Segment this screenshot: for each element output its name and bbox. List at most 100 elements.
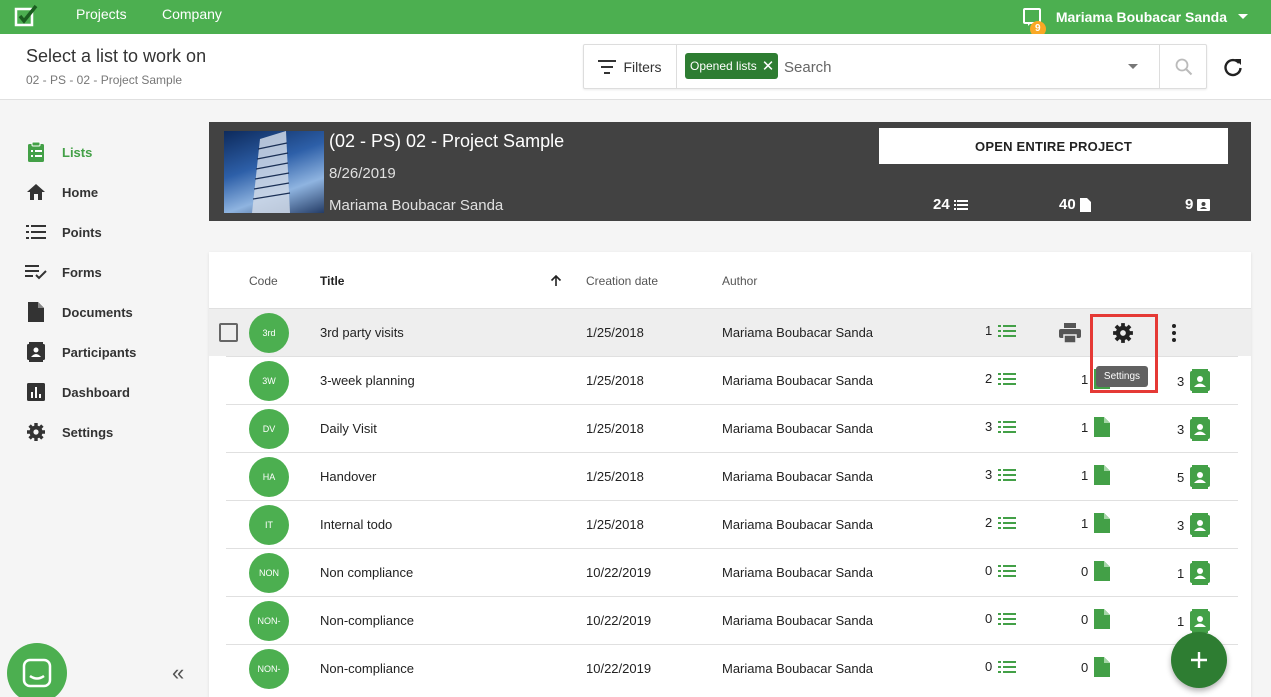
gear-icon — [24, 420, 48, 444]
filter-chip-opened-lists: Opened lists ✕ — [685, 53, 779, 79]
row-title: Non-compliance — [320, 661, 414, 676]
list-icon — [998, 420, 1017, 433]
chip-remove-icon[interactable]: ✕ — [762, 57, 775, 75]
lists-count: 24 — [933, 196, 950, 213]
column-header-creation-date[interactable]: Creation date — [586, 274, 658, 288]
documents-count: 0 — [1081, 611, 1089, 627]
table-row[interactable]: IT Internal todo 1/25/2018 Mariama Boubacar… — [226, 500, 1238, 548]
row-points-count: 0 — [985, 659, 1017, 674]
search-bar: Filters Opened lists ✕ — [583, 44, 1207, 89]
code-badge: NON- — [249, 601, 289, 641]
sidebar-item-settings[interactable]: Settings — [24, 420, 113, 444]
project-documents-count: 40 — [1059, 196, 1091, 213]
sidebar-item-label: Documents — [62, 304, 133, 320]
row-points-count: 3 — [985, 419, 1017, 434]
search-dropdown-icon[interactable] — [1128, 64, 1138, 69]
project-lists-count: 24 — [933, 196, 968, 213]
row-author: Mariama Boubacar Sanda — [722, 421, 874, 436]
table-row[interactable]: NON- Non-compliance 10/22/2019 Mariama Boub… — [226, 644, 1238, 692]
contact-card-icon — [1190, 369, 1211, 393]
participants-count: 3 — [1177, 373, 1185, 389]
row-points-count: 2 — [985, 515, 1017, 530]
column-header-code[interactable]: Code — [249, 274, 278, 288]
search-icon — [1175, 58, 1192, 75]
row-title: Non compliance — [320, 565, 414, 580]
row-documents-count: 0 — [1081, 561, 1111, 581]
filters-button[interactable]: Filters — [584, 45, 677, 88]
table-row[interactable]: NON Non compliance 10/22/2019 Mariama Bouba… — [226, 548, 1238, 596]
nav-company[interactable]: Company — [162, 0, 222, 34]
row-creation-date: 1/25/2018 — [586, 517, 644, 532]
sort-ascending-icon[interactable] — [550, 275, 562, 287]
nav-projects[interactable]: Projects — [76, 0, 127, 34]
code-badge: NON — [249, 553, 289, 593]
documents-count: 40 — [1059, 196, 1076, 213]
row-title: Internal todo — [320, 517, 393, 532]
contact-card-icon — [1190, 417, 1211, 441]
refresh-icon[interactable] — [1222, 56, 1244, 78]
participants-count: 3 — [1177, 517, 1185, 533]
list-icon — [998, 660, 1017, 673]
participants-count: 9 — [1185, 196, 1194, 213]
row-creation-date: 1/25/2018 — [586, 469, 644, 484]
notifications-button[interactable]: 9 — [1022, 7, 1046, 37]
sidebar-item-participants[interactable]: Participants — [24, 340, 136, 364]
points-count: 3 — [985, 467, 993, 482]
row-author: Mariama Boubacar Sanda — [722, 661, 874, 676]
sidebar-item-home[interactable]: Home — [24, 180, 98, 204]
row-checkbox[interactable] — [219, 323, 238, 342]
open-entire-project-button[interactable]: OPEN ENTIRE PROJECT — [879, 128, 1228, 164]
row-creation-date: 1/25/2018 — [586, 373, 644, 388]
documents-count: 1 — [1081, 515, 1089, 531]
sidebar-item-documents[interactable]: Documents — [24, 300, 133, 324]
row-points-count: 2 — [985, 371, 1017, 386]
row-participants-count: 3 — [1177, 369, 1211, 393]
points-count: 0 — [985, 563, 993, 578]
contact-card-icon — [24, 340, 48, 364]
user-name[interactable]: Mariama Boubacar Sanda — [1056, 9, 1227, 25]
documents-count: 0 — [1081, 659, 1089, 675]
participants-count: 1 — [1177, 613, 1185, 629]
points-count: 1 — [985, 323, 993, 338]
sidebar-item-label: Home — [62, 184, 99, 200]
table-row[interactable]: 3W 3-week planning 1/25/2018 Mariama Boubac… — [226, 356, 1238, 404]
user-menu[interactable]: 9 Mariama Boubacar Sanda — [1022, 0, 1249, 37]
search-button[interactable] — [1159, 45, 1207, 88]
sidebar-item-label: Settings — [62, 424, 114, 440]
clipboard-list-icon — [24, 140, 48, 164]
sidebar-item-lists[interactable]: Lists — [24, 140, 92, 164]
code-badge: NON- — [249, 649, 289, 689]
collapse-sidebar-icon[interactable]: « — [172, 660, 184, 686]
row-participants-count: 1 — [1177, 609, 1211, 633]
more-vert-icon[interactable] — [1171, 323, 1177, 343]
project-date: 8/26/2019 — [329, 165, 396, 182]
list-icon — [24, 220, 48, 244]
project-title: (02 - PS) 02 - Project Sample — [329, 131, 565, 151]
search-input[interactable] — [784, 55, 1114, 79]
documents-count: 1 — [1081, 419, 1089, 435]
list-icon — [998, 612, 1017, 625]
code-badge: 3W — [249, 361, 289, 401]
sidebar-item-forms[interactable]: Forms — [24, 260, 102, 284]
sidebar-item-dashboard[interactable]: Dashboard — [24, 380, 130, 404]
table-row[interactable]: NON- Non-compliance 10/22/2019 Mariama Boub… — [226, 596, 1238, 644]
chevron-down-icon[interactable] — [1237, 13, 1249, 21]
row-participants-count: 5 — [1177, 465, 1211, 489]
participants-count: 3 — [1177, 421, 1185, 437]
table-row[interactable]: HA Handover 1/25/2018 Mariama Boubacar Sand… — [226, 452, 1238, 500]
row-author: Mariama Boubacar Sanda — [722, 469, 874, 484]
row-title: Daily Visit — [320, 421, 377, 436]
column-header-title[interactable]: Title — [320, 274, 344, 288]
row-participants-count: 3 — [1177, 513, 1211, 537]
print-icon[interactable] — [1059, 323, 1081, 343]
document-icon — [1094, 417, 1111, 437]
chat-button[interactable] — [7, 643, 67, 697]
sidebar-item-points[interactable]: Points — [24, 220, 102, 244]
column-header-author[interactable]: Author — [722, 274, 757, 288]
row-points-count: 0 — [985, 563, 1017, 578]
documents-count: 1 — [1081, 467, 1089, 483]
documents-count: 1 — [1081, 371, 1089, 387]
app-logo-icon[interactable] — [14, 4, 40, 28]
add-list-button[interactable] — [1171, 632, 1227, 688]
table-row[interactable]: DV Daily Visit 1/25/2018 Mariama Boubacar S… — [226, 404, 1238, 452]
